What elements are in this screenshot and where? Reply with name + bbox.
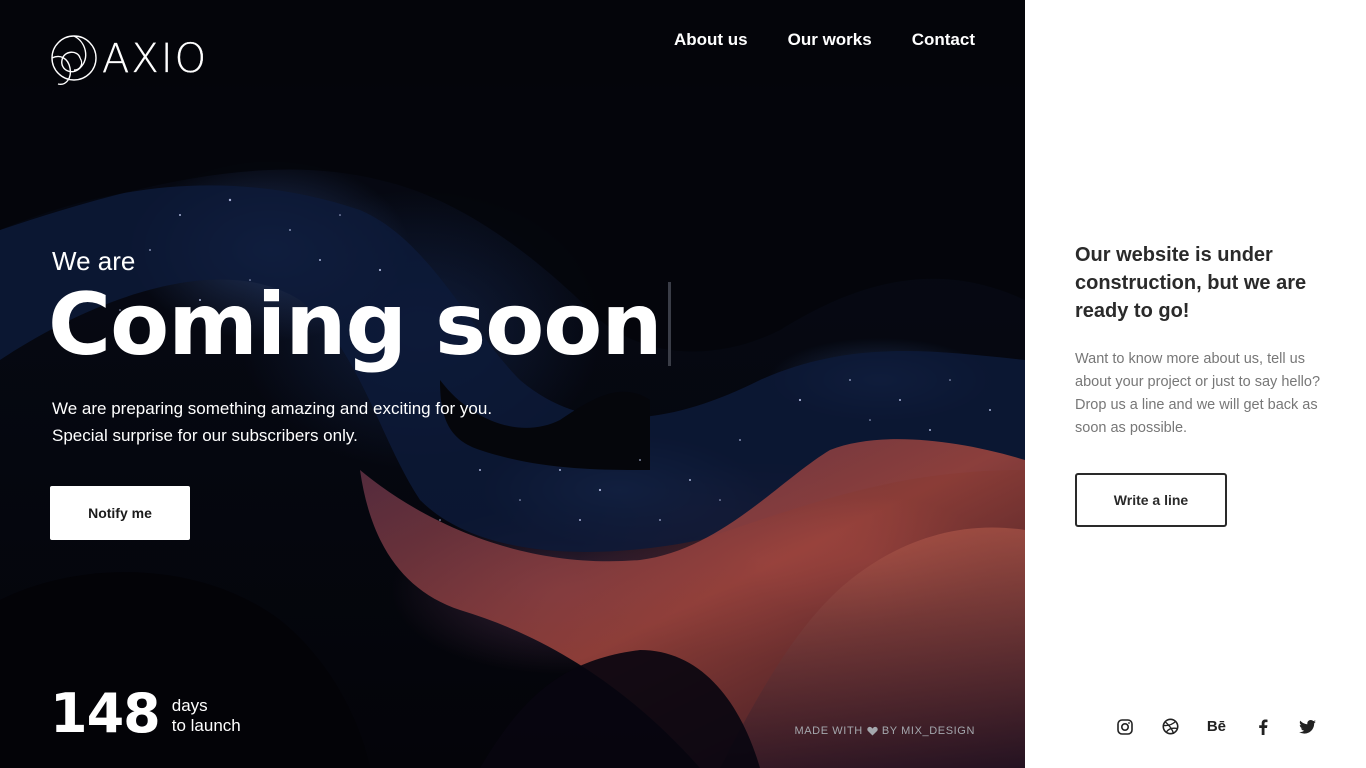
hero-headline: Coming soon	[48, 275, 663, 375]
hero-lead-line-2: Special surprise for our subscribers onl…	[52, 426, 358, 445]
notify-me-button[interactable]: Notify me	[50, 486, 190, 540]
twitter-icon[interactable]	[1299, 718, 1316, 735]
countdown-caption: to launch	[171, 716, 241, 735]
write-a-line-button[interactable]: Write a line	[1075, 473, 1227, 527]
canyon-background-image	[0, 0, 1025, 768]
typing-caret	[668, 282, 671, 366]
instagram-icon[interactable]	[1117, 718, 1134, 735]
dribbble-icon[interactable]	[1162, 718, 1179, 735]
behance-icon[interactable]: Bē	[1207, 718, 1226, 735]
countdown-days-value: 148	[50, 682, 161, 745]
brand-logo[interactable]: AXIO	[50, 28, 208, 90]
launch-countdown: 148 days to launch	[50, 682, 241, 746]
hero-section: AXIO About us Our works Contact We are C…	[0, 0, 1025, 768]
social-links: Bē	[1117, 718, 1316, 735]
brand-name: AXIO	[102, 36, 209, 82]
main-nav: About us Our works Contact	[674, 30, 975, 50]
info-panel: Our website is under construction, but w…	[1025, 0, 1366, 768]
countdown-label: days to launch	[172, 696, 241, 736]
heart-icon	[867, 726, 878, 736]
made-with-credit: MADE WITH BY MIX_DESIGN	[794, 725, 975, 737]
made-with-prefix: MADE WITH	[794, 725, 863, 737]
facebook-icon[interactable]	[1254, 718, 1271, 735]
hero-lead-line-1: We are preparing something amazing and e…	[52, 399, 493, 418]
panel-title: Our website is under construction, but w…	[1075, 244, 1307, 322]
countdown-unit: days	[171, 696, 208, 715]
hero-lead: We are preparing something amazing and e…	[52, 395, 492, 449]
panel-text: Want to know more about us, tell us abou…	[1075, 351, 1321, 436]
axio-logo-icon	[51, 35, 97, 85]
nav-contact[interactable]: Contact	[912, 30, 975, 50]
nav-our-works[interactable]: Our works	[788, 30, 872, 50]
made-with-suffix[interactable]: BY MIX_DESIGN	[882, 725, 975, 737]
nav-about-us[interactable]: About us	[674, 30, 748, 50]
